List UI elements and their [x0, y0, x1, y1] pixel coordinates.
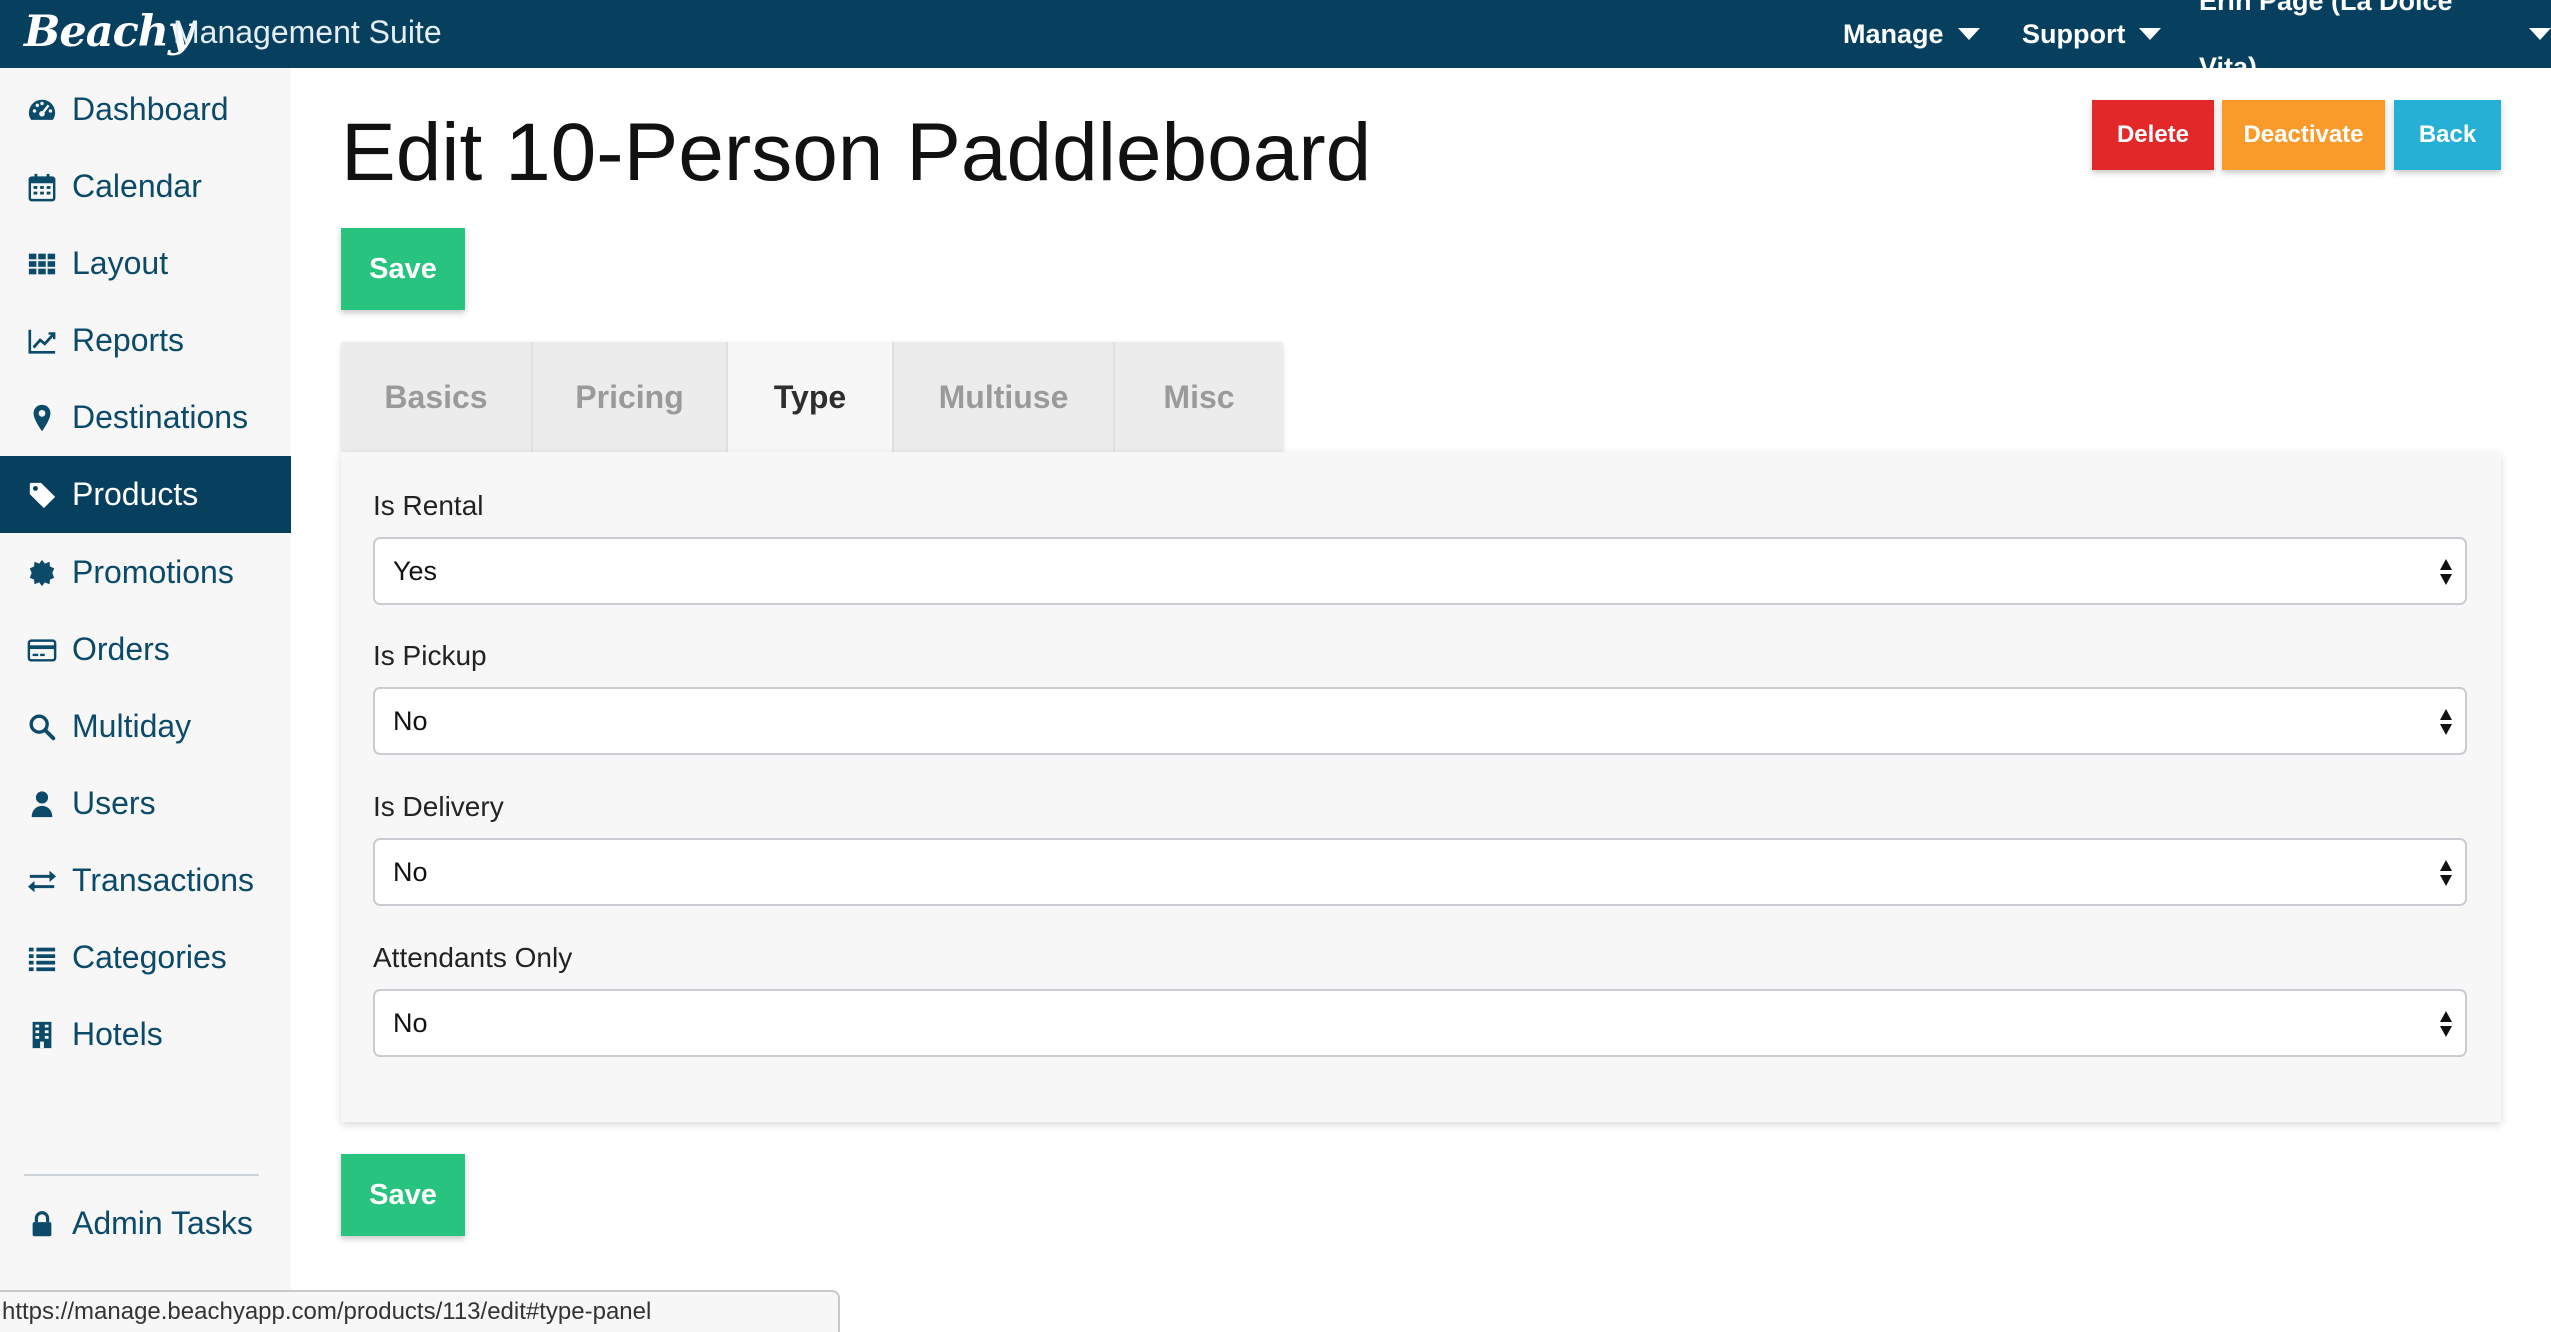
is-rental-select[interactable]: Yes: [373, 537, 2467, 605]
sidebar-item-label: Admin Tasks: [72, 1205, 253, 1241]
deactivate-button[interactable]: Deactivate: [2222, 100, 2385, 170]
building-icon: [25, 1018, 59, 1052]
chart-line-icon: [25, 324, 59, 358]
attendants-only-label: Attendants Only: [373, 942, 573, 973]
caret-down-icon: [1957, 28, 1980, 40]
is-pickup-select[interactable]: No: [373, 687, 2467, 755]
tab-pricing[interactable]: Pricing: [533, 342, 728, 452]
tab-type[interactable]: Type: [728, 342, 894, 452]
credit-card-icon: [25, 633, 59, 667]
edit-tabs: Basics Pricing Type Multiuse Misc: [341, 342, 1283, 452]
grid-icon: [25, 247, 59, 281]
tab-multiuse[interactable]: Multiuse: [894, 342, 1115, 452]
manage-menu-label: Manage: [1843, 19, 1944, 49]
sidebar-item-users[interactable]: Users: [0, 765, 291, 842]
support-menu-label: Support: [2022, 19, 2126, 49]
exchange-icon: [25, 864, 59, 898]
sidebar-item-label: Users: [72, 785, 156, 821]
sidebar-item-admin-tasks[interactable]: Admin Tasks: [0, 1185, 291, 1262]
sidebar-item-label: Layout: [72, 245, 169, 281]
is-delivery-value: No: [393, 856, 428, 887]
select-arrows-icon: [2440, 709, 2452, 735]
page-title: Edit 10-Person Paddleboard: [341, 107, 1372, 198]
delete-button[interactable]: Delete: [2092, 100, 2214, 170]
sidebar: Dashboard Calendar Layout Reports Destin…: [0, 68, 291, 1332]
manage-menu[interactable]: Manage: [1843, 0, 1980, 68]
sidebar-item-label: Multiday: [72, 708, 192, 744]
sidebar-item-categories[interactable]: Categories: [0, 919, 291, 996]
sidebar-item-label: Categories: [72, 939, 227, 975]
sidebar-item-label: Hotels: [72, 1016, 163, 1052]
sidebar-item-promotions[interactable]: Promotions: [0, 534, 291, 611]
is-pickup-value: No: [393, 705, 428, 736]
map-marker-icon: [25, 401, 59, 435]
is-delivery-label: Is Delivery: [373, 791, 504, 822]
lock-icon: [25, 1207, 59, 1241]
brand-logo[interactable]: Beachy: [24, 2, 193, 66]
list-icon: [25, 941, 59, 975]
sidebar-item-label: Orders: [72, 631, 170, 667]
select-arrows-icon: [2440, 860, 2452, 886]
back-button[interactable]: Back: [2394, 100, 2501, 170]
sidebar-item-orders[interactable]: Orders: [0, 611, 291, 688]
sidebar-item-reports[interactable]: Reports: [0, 302, 291, 379]
tag-icon: [25, 478, 59, 512]
user-menu-label: Erin Page (La Dolce Vita): [2199, 0, 2453, 82]
sidebar-item-label: Reports: [72, 322, 185, 358]
select-arrows-icon: [2440, 559, 2452, 585]
sidebar-item-hotels[interactable]: Hotels: [0, 996, 291, 1073]
is-pickup-label: Is Pickup: [373, 640, 487, 671]
search-icon: [25, 710, 59, 744]
is-rental-label: Is Rental: [373, 490, 484, 521]
attendants-only-select[interactable]: No: [373, 989, 2467, 1057]
support-menu[interactable]: Support: [2022, 0, 2162, 68]
sidebar-item-destinations[interactable]: Destinations: [0, 379, 291, 456]
attendants-only-value: No: [393, 1007, 428, 1038]
sidebar-item-label: Products: [72, 476, 199, 512]
sidebar-item-multiday[interactable]: Multiday: [0, 688, 291, 765]
sidebar-item-label: Calendar: [72, 168, 202, 204]
is-delivery-select[interactable]: No: [373, 838, 2467, 906]
save-button-bottom[interactable]: Save: [341, 1154, 465, 1236]
sidebar-item-label: Dashboard: [72, 91, 229, 127]
select-arrows-icon: [2440, 1011, 2452, 1037]
sidebar-item-calendar[interactable]: Calendar: [0, 148, 291, 225]
sidebar-item-label: Promotions: [72, 554, 234, 590]
tab-misc[interactable]: Misc: [1115, 342, 1283, 452]
dashboard-icon: [25, 93, 59, 127]
caret-down-icon: [2529, 28, 2551, 40]
is-rental-value: Yes: [393, 555, 438, 586]
sidebar-divider: [24, 1174, 259, 1176]
top-navbar: Beachy Management Suite Manage Support E…: [0, 0, 2551, 82]
calendar-icon: [25, 170, 59, 204]
sidebar-item-transactions[interactable]: Transactions: [0, 842, 291, 919]
type-panel: Is Rental Yes Is Pickup No Is Delivery N…: [341, 452, 2501, 1122]
sidebar-item-layout[interactable]: Layout: [0, 225, 291, 302]
sidebar-item-dashboard[interactable]: Dashboard: [0, 71, 291, 148]
sidebar-item-label: Destinations: [72, 399, 249, 435]
app-subtitle: Management Suite: [173, 14, 442, 50]
sidebar-item-products[interactable]: Products: [0, 456, 291, 533]
sidebar-item-label: Transactions: [72, 862, 254, 898]
user-menu[interactable]: Erin Page (La Dolce Vita): [2199, 0, 2551, 82]
status-bar-url: https://manage.beachyapp.com/products/11…: [0, 1290, 840, 1332]
user-icon: [25, 787, 59, 821]
save-button-top[interactable]: Save: [341, 228, 465, 310]
caret-down-icon: [2139, 28, 2162, 40]
tab-basics[interactable]: Basics: [341, 342, 533, 452]
certificate-icon: [25, 556, 59, 590]
